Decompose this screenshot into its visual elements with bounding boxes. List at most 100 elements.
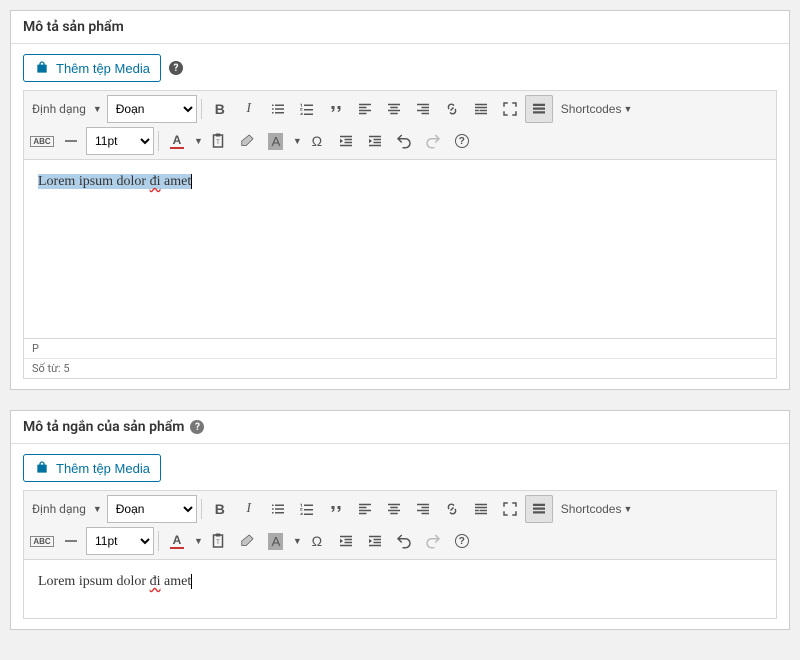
redo-icon — [424, 532, 442, 550]
text-color-button[interactable]: A — [163, 127, 191, 155]
hr-button[interactable] — [57, 127, 85, 155]
paste-text-button[interactable]: T — [204, 127, 232, 155]
editor-footer: P Số từ: 5 — [23, 339, 777, 379]
redo-button[interactable] — [419, 127, 447, 155]
strikethrough-button[interactable]: ABC — [28, 127, 56, 155]
editor-toolbar: Định dạng▼ Đoạn B I Shortcodes▼ — [23, 490, 777, 559]
clipboard-icon: T — [209, 532, 227, 550]
element-path[interactable]: P — [24, 339, 776, 358]
undo-icon — [395, 132, 413, 150]
help-icon[interactable]: ? — [190, 420, 204, 434]
word-count: Số từ: 5 — [24, 358, 776, 378]
fullscreen-button[interactable] — [496, 495, 524, 523]
outdent-button[interactable] — [332, 527, 360, 555]
hr-icon — [62, 132, 80, 150]
fullscreen-icon — [501, 500, 519, 518]
toolbar-toggle-button[interactable] — [525, 495, 553, 523]
panel-title: Mô tả sản phẩm — [23, 19, 124, 35]
editor-toolbar: Định dạng▼ Đoạn B I Shortcodes▼ — [23, 90, 777, 159]
eraser-icon — [238, 532, 256, 550]
readmore-button[interactable] — [467, 95, 495, 123]
paragraph-select[interactable]: Đoạn — [107, 495, 197, 523]
align-left-icon — [356, 500, 374, 518]
format-label: Định dạng — [28, 102, 90, 116]
panel-header: Mô tả ngắn của sản phẩm ? — [11, 411, 789, 444]
bullet-list-icon — [269, 100, 287, 118]
blockquote-button[interactable] — [322, 95, 350, 123]
format-label: Định dạng — [28, 502, 90, 516]
numbered-list-button[interactable] — [293, 95, 321, 123]
indent-button[interactable] — [361, 127, 389, 155]
toolbar-toggle-icon — [530, 100, 548, 118]
add-media-button[interactable]: Thêm tệp Media — [23, 54, 161, 82]
keyboard-help-button[interactable]: ? — [448, 127, 476, 155]
product-short-description-panel: Mô tả ngắn của sản phẩm ? Thêm tệp Media… — [10, 410, 790, 630]
align-left-button[interactable] — [351, 495, 379, 523]
hr-button[interactable] — [57, 527, 85, 555]
panel-title: Mô tả ngắn của sản phẩm — [23, 419, 184, 435]
quote-icon — [327, 500, 345, 518]
redo-button[interactable] — [419, 527, 447, 555]
link-button[interactable] — [438, 495, 466, 523]
editor-content-area[interactable]: Lorem ipsum dolor đi amet — [23, 559, 777, 619]
special-char-button[interactable]: Ω — [303, 127, 331, 155]
toolbar-toggle-icon — [530, 500, 548, 518]
align-center-button[interactable] — [380, 95, 408, 123]
align-right-icon — [414, 100, 432, 118]
align-center-icon — [385, 500, 403, 518]
bullet-list-button[interactable] — [264, 95, 292, 123]
align-center-button[interactable] — [380, 495, 408, 523]
outdent-icon — [337, 532, 355, 550]
outdent-icon — [337, 132, 355, 150]
bold-button[interactable]: B — [206, 95, 234, 123]
fullscreen-button[interactable] — [496, 95, 524, 123]
shortcodes-button[interactable]: Shortcodes▼ — [554, 495, 640, 523]
bold-button[interactable]: B — [206, 495, 234, 523]
align-right-button[interactable] — [409, 95, 437, 123]
font-size-select[interactable]: 11pt — [86, 527, 154, 555]
eraser-icon — [238, 132, 256, 150]
paste-text-button[interactable]: T — [204, 527, 232, 555]
text-color-button[interactable]: A — [163, 527, 191, 555]
editor-content-area[interactable]: Lorem ipsum dolor đi amet — [23, 159, 777, 339]
numbered-list-icon — [298, 100, 316, 118]
shortcodes-button[interactable]: Shortcodes▼ — [554, 95, 640, 123]
redo-icon — [424, 132, 442, 150]
blockquote-button[interactable] — [322, 495, 350, 523]
undo-icon — [395, 532, 413, 550]
numbered-list-icon — [298, 500, 316, 518]
bullet-list-button[interactable] — [264, 495, 292, 523]
font-size-select[interactable]: 11pt — [86, 127, 154, 155]
numbered-list-button[interactable] — [293, 495, 321, 523]
toolbar-toggle-button[interactable] — [525, 95, 553, 123]
indent-button[interactable] — [361, 527, 389, 555]
align-center-icon — [385, 100, 403, 118]
add-media-label: Thêm tệp Media — [56, 461, 150, 476]
align-right-icon — [414, 500, 432, 518]
align-left-icon — [356, 100, 374, 118]
bg-color-button[interactable]: A — [262, 127, 290, 155]
add-media-button[interactable]: Thêm tệp Media — [23, 454, 161, 482]
undo-button[interactable] — [390, 527, 418, 555]
clear-format-button[interactable] — [233, 127, 261, 155]
help-icon[interactable]: ? — [169, 61, 183, 75]
paragraph-select[interactable]: Đoạn — [107, 95, 197, 123]
strikethrough-button[interactable]: ABC — [28, 527, 56, 555]
clear-format-button[interactable] — [233, 527, 261, 555]
media-icon — [34, 60, 50, 76]
add-media-label: Thêm tệp Media — [56, 61, 150, 76]
bg-color-button[interactable]: A — [262, 527, 290, 555]
readmore-button[interactable] — [467, 495, 495, 523]
italic-button[interactable]: I — [235, 95, 263, 123]
quote-icon — [327, 100, 345, 118]
readmore-icon — [472, 100, 490, 118]
link-button[interactable] — [438, 95, 466, 123]
align-right-button[interactable] — [409, 495, 437, 523]
outdent-button[interactable] — [332, 127, 360, 155]
align-left-button[interactable] — [351, 95, 379, 123]
keyboard-help-button[interactable]: ? — [448, 527, 476, 555]
undo-button[interactable] — [390, 127, 418, 155]
special-char-button[interactable]: Ω — [303, 527, 331, 555]
italic-button[interactable]: I — [235, 495, 263, 523]
svg-text:T: T — [216, 540, 220, 546]
